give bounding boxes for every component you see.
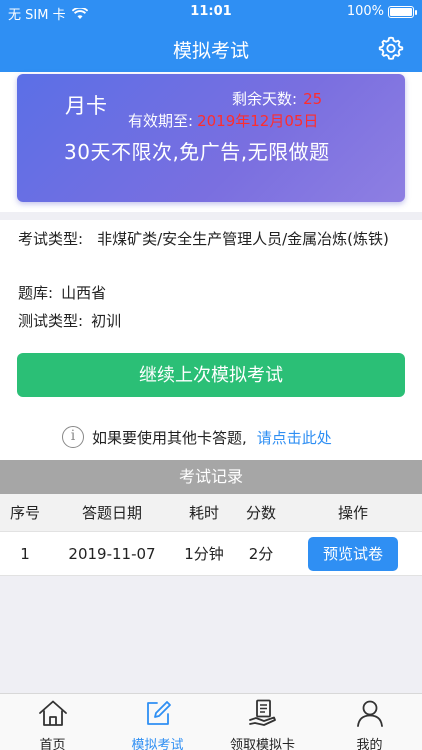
edit-icon [146,701,171,725]
table-row: 1 2019-11-07 1分钟 2分 预览试卷 [0,532,422,576]
tab-mine[interactable]: 我的 [317,694,422,750]
card-hand-icon [248,699,276,726]
exam-type-label: 考试类型: [18,230,84,248]
bank-value: 山西省 [61,284,107,302]
valid-until: 有效期至: 2019年12月05日 [128,110,318,131]
test-type-row: 测试类型: 初训 [18,308,121,334]
remaining-days: 剩余天数: 25 [232,88,322,109]
records-title: 考试记录 [0,460,422,494]
tab-mine-label: 我的 [356,738,383,750]
remaining-label: 剩余天数: [232,90,298,108]
valid-date: 2019年12月05日 [197,112,319,130]
person-icon [356,700,383,727]
preview-paper-button[interactable]: 预览试卷 [308,536,398,571]
row-score: 2分 [248,545,274,563]
other-card-notice: i 如果要使用其他卡答题, 请点击此处 [0,414,422,460]
other-card-text: 如果要使用其他卡答题, [92,428,247,447]
card-description: 30天不限次,免广告,无限做题 [64,140,330,164]
row-date: 2019-11-07 [68,544,156,563]
tab-bar: 首页 模拟考试 领取模拟卡 我的 [0,693,422,750]
header-score: 分数 [245,504,276,522]
tab-get-card[interactable]: 领取模拟卡 [210,694,315,750]
header-date: 答题日期 [81,504,142,522]
row-action: 预览试卷 [300,532,406,575]
row-duration: 1分钟 [184,545,224,563]
tab-get-card-label: 领取模拟卡 [229,738,295,750]
tab-exam-label: 模拟考试 [131,738,184,750]
home-icon [38,700,67,726]
gear-icon[interactable] [378,35,404,61]
card-type: 月卡 [65,94,107,118]
info-icon: i [62,426,84,448]
header-duration: 耗时 [188,504,219,522]
test-type-value: 初训 [91,312,122,330]
membership-card: 月卡 剩余天数: 25 有效期至: 2019年12月05日 30天不限次,免广告,无… [17,74,405,202]
status-bar: 无 SIM 卡 11:01 100% [0,0,422,24]
tab-home[interactable]: 首页 [0,694,105,750]
exam-type-value: 非煤矿类/安全生产管理人员/金属冶炼(炼铁) [97,230,389,248]
card-area: 月卡 剩余天数: 25 有效期至: 2019年12月05日 30天不限次,免广告,无… [0,72,422,212]
status-right: 100% [346,4,417,19]
page-title: 模拟考试 [172,40,249,62]
nav-bar: 模拟考试 [0,24,422,72]
other-card-link[interactable]: 请点击此处 [257,427,332,448]
header-index: 序号 [9,504,40,522]
battery-percent: 100% [346,4,384,19]
battery-icon [388,5,417,18]
exam-type-row: 考试类型: 非煤矿类/安全生产管理人员/金属冶炼(炼铁) [18,226,408,252]
bank-row: 题库: 山西省 [18,280,106,306]
bank-label: 题库: [18,284,54,302]
table-header: 序号 答题日期 耗时 分数 操作 [0,494,422,532]
header-action: 操作 [337,504,368,522]
continue-exam-button[interactable]: 继续上次模拟考试 [17,353,405,397]
row-index: 1 [20,544,30,563]
test-type-label: 测试类型: [18,312,84,330]
remaining-value: 25 [303,90,323,108]
valid-label: 有效期至: [128,112,194,130]
tab-home-label: 首页 [39,738,66,750]
tab-exam[interactable]: 模拟考试 [105,694,210,750]
